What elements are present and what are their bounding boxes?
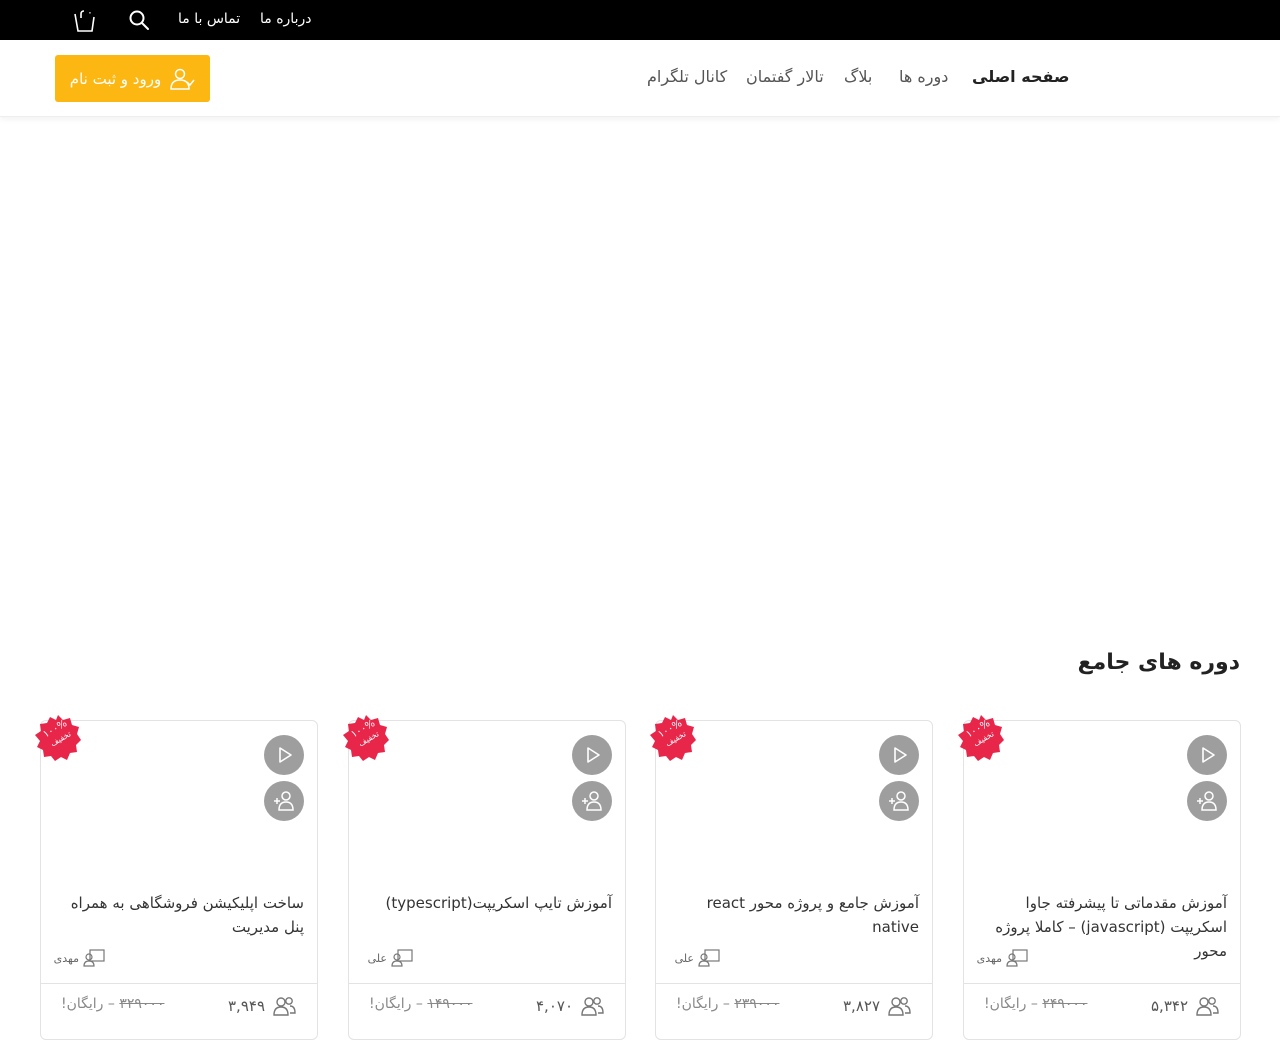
about-link[interactable]: درباره ما bbox=[260, 11, 311, 27]
nav-telegram[interactable]: کانال تلگرام bbox=[647, 67, 727, 86]
students-number: ۳,۹۴۹ bbox=[228, 997, 265, 1015]
course-title[interactable]: آموزش تایپ اسکریپت(typescript) bbox=[362, 891, 612, 915]
login-register-label: ورود و ثبت نام bbox=[69, 69, 162, 88]
students-count: ۵,۳۴۲ bbox=[1151, 996, 1220, 1016]
user-plus-icon bbox=[274, 791, 294, 811]
old-price: ۱۴۹۰۰۰ bbox=[427, 996, 473, 1012]
card-footer: ۴,۰۷۰ ۱۴۹۰۰۰ – رایگان! bbox=[349, 983, 625, 1039]
nav-home[interactable]: صفحه اصلی bbox=[972, 67, 1069, 86]
students-count: ۴,۰۷۰ bbox=[536, 996, 605, 1016]
free-label: – رایگان! bbox=[676, 996, 730, 1012]
course-teacher: علی bbox=[675, 949, 720, 967]
teacher-name: علی bbox=[674, 951, 694, 965]
free-label: – رایگان! bbox=[984, 996, 1038, 1012]
course-price: ۱۴۹۰۰۰ – رایگان! bbox=[369, 996, 472, 1012]
enroll-button[interactable] bbox=[264, 781, 304, 821]
discount-badge: ۱۰۰% تخفیف bbox=[649, 714, 697, 762]
students-icon bbox=[273, 997, 296, 1016]
contact-link[interactable]: تماس با ما bbox=[178, 11, 240, 27]
course-card[interactable]: آموزش جامع و پروژه محور react native علی… bbox=[655, 720, 933, 1040]
students-count: ۳,۸۲۷ bbox=[843, 996, 912, 1016]
nav-blog[interactable]: بلاگ bbox=[844, 67, 872, 86]
teacher-icon bbox=[698, 949, 720, 967]
students-icon bbox=[581, 997, 604, 1016]
students-icon bbox=[888, 997, 911, 1016]
course-price: ۳۲۹۰۰۰ – رایگان! bbox=[61, 996, 164, 1012]
cart-count: ۰ bbox=[87, 6, 93, 19]
course-card[interactable]: ساخت اپلیکیشن فروشگاهی به همراه پنل مدیر… bbox=[40, 720, 318, 1040]
teacher-icon bbox=[83, 949, 105, 967]
students-number: ۳,۸۲۷ bbox=[843, 997, 880, 1015]
teacher-icon bbox=[391, 949, 413, 967]
play-button[interactable] bbox=[264, 735, 304, 775]
old-price: ۲۳۹۰۰۰ bbox=[734, 996, 780, 1012]
teacher-name: مهدی bbox=[53, 951, 79, 965]
play-icon bbox=[587, 747, 600, 763]
user-icon bbox=[170, 68, 195, 90]
card-footer: ۳,۸۲۷ ۲۳۹۰۰۰ – رایگان! bbox=[656, 983, 932, 1039]
enroll-button[interactable] bbox=[879, 781, 919, 821]
card-footer: ۳,۹۴۹ ۳۲۹۰۰۰ – رایگان! bbox=[41, 983, 317, 1039]
teacher-name: مهدی bbox=[976, 951, 1002, 965]
course-teacher: مهدی bbox=[977, 949, 1028, 967]
search-icon[interactable] bbox=[128, 9, 150, 31]
play-icon bbox=[279, 747, 292, 763]
course-price: ۲۳۹۰۰۰ – رایگان! bbox=[676, 996, 779, 1012]
play-icon bbox=[894, 747, 907, 763]
section-title: دوره های جامع bbox=[1077, 650, 1240, 675]
old-price: ۲۴۹۰۰۰ bbox=[1042, 996, 1088, 1012]
course-card[interactable]: آموزش مقدماتی تا پیشرفته جاوا اسکریپت (j… bbox=[963, 720, 1241, 1040]
user-plus-icon bbox=[889, 791, 909, 811]
course-card[interactable]: آموزش تایپ اسکریپت(typescript) علی ۴,۰۷۰… bbox=[348, 720, 626, 1040]
top-bar: ۰ تماس با ما درباره ما bbox=[0, 0, 1280, 40]
course-title[interactable]: ساخت اپلیکیشن فروشگاهی به همراه پنل مدیر… bbox=[54, 891, 304, 939]
card-footer: ۵,۳۴۲ ۲۴۹۰۰۰ – رایگان! bbox=[964, 983, 1240, 1039]
nav-courses[interactable]: دوره ها bbox=[899, 67, 948, 86]
course-teacher: علی bbox=[368, 949, 413, 967]
students-number: ۴,۰۷۰ bbox=[536, 997, 573, 1015]
discount-badge: ۱۰۰% تخفیف bbox=[34, 714, 82, 762]
user-plus-icon bbox=[582, 791, 602, 811]
play-button[interactable] bbox=[1187, 735, 1227, 775]
play-button[interactable] bbox=[879, 735, 919, 775]
students-icon bbox=[1196, 997, 1219, 1016]
free-label: – رایگان! bbox=[61, 996, 115, 1012]
enroll-button[interactable] bbox=[572, 781, 612, 821]
students-number: ۵,۳۴۲ bbox=[1151, 997, 1188, 1015]
discount-badge: ۱۰۰% تخفیف bbox=[342, 714, 390, 762]
course-price: ۲۴۹۰۰۰ – رایگان! bbox=[984, 996, 1087, 1012]
login-register-button[interactable]: ورود و ثبت نام bbox=[55, 55, 210, 102]
free-label: – رایگان! bbox=[369, 996, 423, 1012]
main-header: ورود و ثبت نام کانال تلگرام تالار گفتمان… bbox=[0, 40, 1280, 117]
discount-badge: ۱۰۰% تخفیف bbox=[957, 714, 1005, 762]
students-count: ۳,۹۴۹ bbox=[228, 996, 297, 1016]
user-plus-icon bbox=[1197, 791, 1217, 811]
nav-forum[interactable]: تالار گفتمان bbox=[746, 67, 824, 86]
course-teacher: مهدی bbox=[54, 949, 105, 967]
teacher-name: علی bbox=[367, 951, 387, 965]
play-icon bbox=[1202, 747, 1215, 763]
course-title[interactable]: آموزش جامع و پروژه محور react native bbox=[669, 891, 919, 939]
enroll-button[interactable] bbox=[1187, 781, 1227, 821]
old-price: ۳۲۹۰۰۰ bbox=[119, 996, 165, 1012]
teacher-icon bbox=[1006, 949, 1028, 967]
play-button[interactable] bbox=[572, 735, 612, 775]
cart-icon[interactable] bbox=[72, 9, 98, 33]
